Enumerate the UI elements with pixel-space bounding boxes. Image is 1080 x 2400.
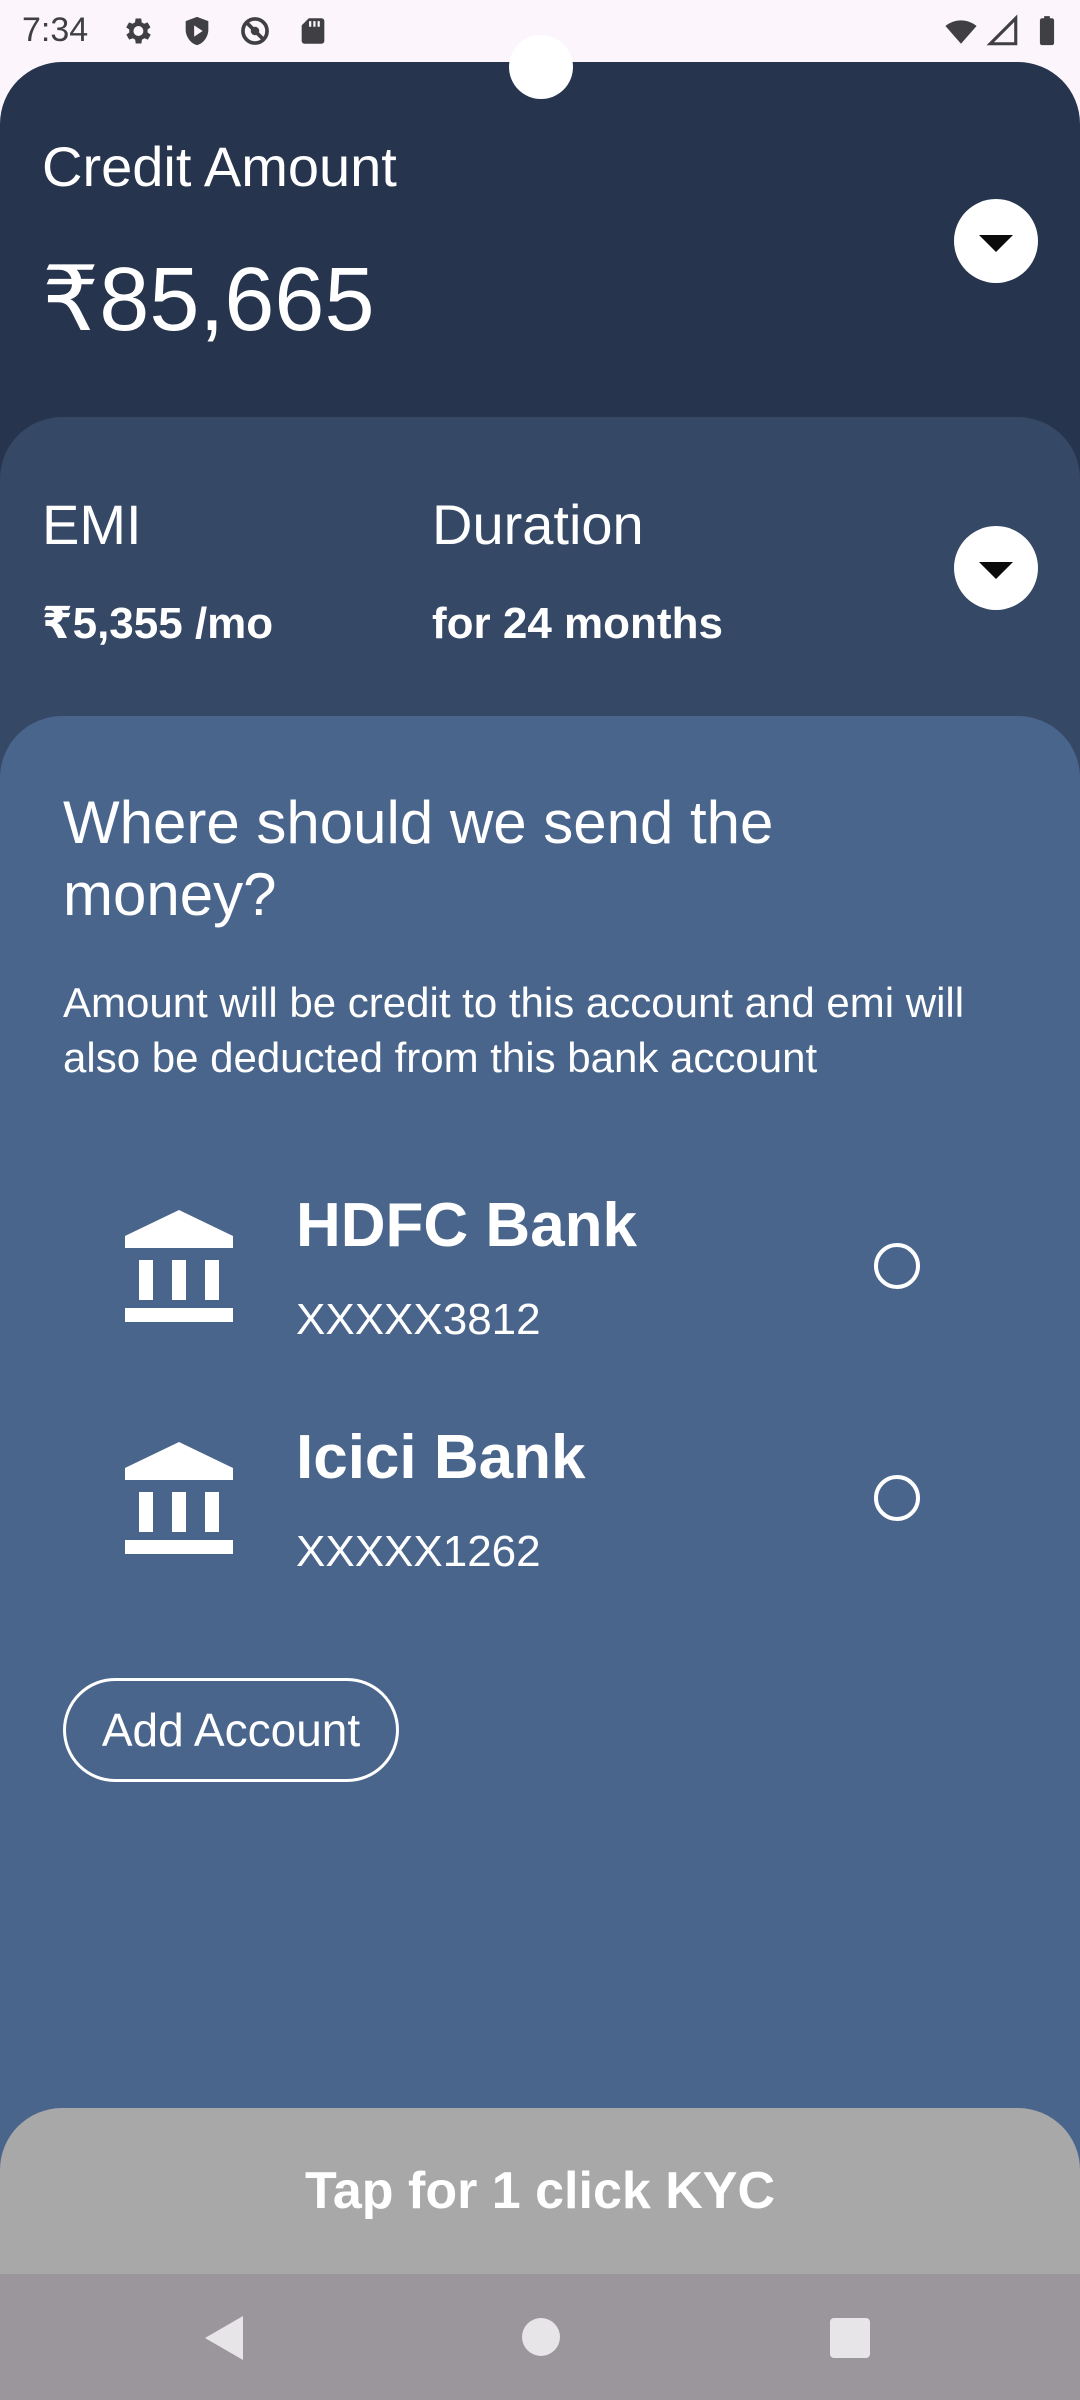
chevron-down-icon [979,234,1013,252]
sd-card-icon [301,18,325,44]
credit-amount-expand-button[interactable] [954,199,1038,283]
kyc-button[interactable]: Tap for 1 click KYC [0,2108,1080,2274]
bank-select-radio[interactable] [874,1243,920,1289]
credit-amount-value: ₹85,665 [42,250,375,350]
system-nav-bar [0,2274,1080,2400]
add-account-button[interactable]: Add Account [63,1678,399,1782]
home-icon[interactable] [522,2318,560,2356]
sheet-title: Where should we send the money? [63,789,774,928]
emi-label: EMI [42,493,142,556]
bank-select-radio[interactable] [874,1475,920,1521]
status-time: 7:34 [22,11,89,49]
bank-account-number: XXXXX3812 [296,1295,541,1344]
blocked-icon [241,17,269,45]
credit-amount-label: Credit Amount [42,135,397,198]
bank-account-item[interactable]: Icici Bank XXXXX1262 [0,1397,1080,1597]
bank-icon [125,1442,233,1554]
bank-account-number: XXXXX1262 [296,1527,541,1576]
shield-play-icon [185,16,209,46]
camera-cutout [509,35,573,99]
wifi-icon [945,20,977,44]
bank-name: Icici Bank [296,1423,586,1492]
chevron-down-icon [979,561,1013,579]
bank-icon [125,1210,233,1322]
back-icon[interactable] [205,2316,243,2360]
signal-icon [986,14,1018,46]
sheet-description: Amount will be credit to this account an… [63,979,965,1081]
battery-icon [1039,16,1055,46]
recents-icon[interactable] [830,2318,870,2358]
bank-name: HDFC Bank [296,1191,638,1260]
emi-duration-expand-button[interactable] [954,526,1038,610]
emi-value: ₹5,355 /mo [42,599,274,648]
duration-value: for 24 months [432,599,723,648]
settings-icon [126,18,151,44]
duration-label: Duration [432,493,644,556]
bank-account-item[interactable]: HDFC Bank XXXXX3812 [0,1165,1080,1365]
